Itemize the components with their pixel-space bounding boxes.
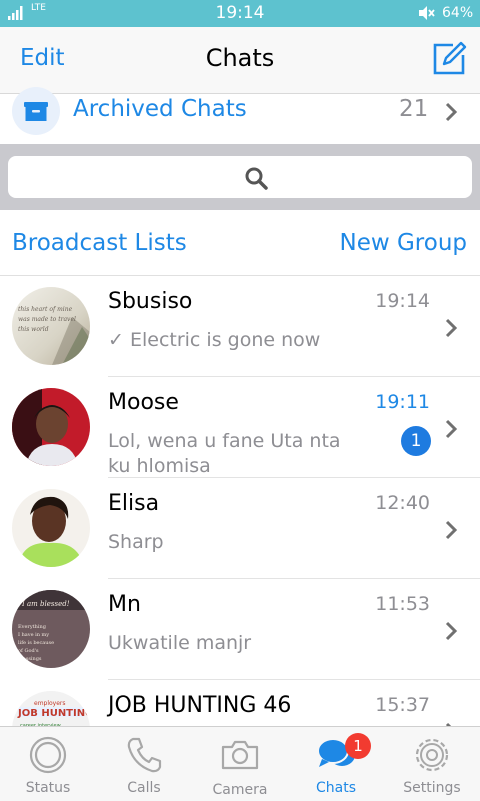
clock: 19:14: [215, 3, 265, 23]
avatar: this heart of mine was made to travel th…: [12, 287, 90, 365]
chevron-right-icon: [445, 419, 458, 439]
status-bar: LTE 19:14 64%: [0, 0, 480, 27]
svg-text:was made to travel: was made to travel: [18, 316, 76, 323]
chat-time: 19:14: [375, 290, 430, 312]
tab-label: Status: [25, 780, 71, 796]
chat-name: Moose: [108, 390, 179, 415]
chat-row[interactable]: Elisa 12:40 Sharp: [0, 478, 480, 579]
unread-badge: 1: [401, 426, 431, 456]
chat-time: 12:40: [375, 492, 430, 514]
status-icon: [29, 736, 67, 774]
tab-label: Calls: [127, 780, 161, 796]
svg-text:I am blessed!: I am blessed!: [21, 600, 70, 608]
navigation-bar: Edit Chats: [0, 27, 480, 94]
phone-icon: [127, 737, 162, 773]
avatar: I am blessed! Everything I have in my li…: [12, 590, 90, 668]
svg-text:blessings: blessings: [18, 656, 42, 662]
camera-icon: [221, 740, 259, 770]
chat-list: this heart of mine was made to travel th…: [0, 276, 480, 726]
list-actions: Broadcast Lists New Group: [0, 210, 480, 276]
chevron-right-icon: [445, 621, 458, 641]
tab-chats[interactable]: 1 Chats: [288, 727, 384, 801]
chat-name: JOB HUNTING 46: [108, 693, 292, 718]
chat-row[interactable]: this heart of mine was made to travel th…: [0, 276, 480, 377]
chat-time: 11:53: [375, 593, 430, 615]
chat-row[interactable]: I am blessed! Everything I have in my li…: [0, 579, 480, 680]
svg-text:Everything: Everything: [18, 624, 47, 630]
chat-preview: ✓ Electric is gone now: [108, 328, 368, 353]
svg-text:of God's: of God's: [18, 648, 39, 654]
chat-name: Mn: [108, 592, 141, 617]
tab-label: Settings: [403, 780, 461, 796]
mute-icon: [419, 6, 435, 20]
chat-time: 15:37: [375, 694, 430, 716]
svg-text:I have in my: I have in my: [18, 632, 49, 638]
search-bar: [0, 144, 480, 210]
svg-text:JOB HUNTING: JOB HUNTING: [17, 708, 90, 719]
chat-time: 19:11: [375, 391, 430, 413]
chat-row[interactable]: Moose 19:11 Lol, wena u fane Uta nta ku …: [0, 377, 480, 478]
new-group-link[interactable]: New Group: [340, 230, 468, 256]
svg-text:this world: this world: [18, 326, 49, 333]
tab-settings[interactable]: Settings: [384, 727, 480, 801]
page-title: Chats: [205, 44, 275, 72]
chat-name: Sbusiso: [108, 289, 193, 314]
chat-row[interactable]: employers JOB HUNTING career interview J…: [0, 680, 480, 726]
tab-bar: Status Calls Camera 1 Chats Settings: [0, 726, 480, 801]
chats-unread-badge: 1: [345, 733, 371, 759]
search-input[interactable]: [8, 156, 472, 198]
chevron-right-icon: [445, 102, 458, 122]
avatar: [12, 388, 90, 466]
tab-status[interactable]: Status: [0, 727, 96, 801]
chevron-right-icon: [445, 318, 458, 338]
chat-preview: Sharp: [108, 531, 164, 553]
archived-chats-count: 21: [399, 96, 429, 122]
archived-chats-row[interactable]: Archived Chats 21: [0, 87, 480, 144]
archived-chats-label: Archived Chats: [73, 96, 247, 122]
avatar: employers JOB HUNTING career interview: [12, 691, 90, 726]
search-icon: [245, 167, 268, 190]
chevron-right-icon: [445, 520, 458, 540]
sent-check-icon: ✓: [108, 329, 124, 351]
svg-text:life is because: life is because: [18, 640, 54, 646]
tab-camera[interactable]: Camera: [192, 727, 288, 801]
tab-label: Camera: [212, 782, 268, 798]
svg-text:employers: employers: [34, 700, 66, 707]
chat-preview-text: Electric is gone now: [129, 329, 321, 351]
chat-preview: Lol, wena u fane Uta nta ku hlomisa: [108, 430, 341, 477]
broadcast-lists-link[interactable]: Broadcast Lists: [12, 230, 187, 256]
avatar: [12, 489, 90, 567]
tab-label: Chats: [315, 780, 356, 796]
svg-text:this heart of mine: this heart of mine: [18, 306, 73, 313]
gear-icon: [415, 738, 449, 772]
compose-icon[interactable]: [431, 41, 467, 77]
archive-icon: [12, 87, 60, 135]
battery-level: 64%: [442, 5, 474, 21]
chat-name: Elisa: [108, 491, 160, 516]
chat-preview: Ukwatile manjr: [108, 632, 252, 654]
tab-calls[interactable]: Calls: [96, 727, 192, 801]
